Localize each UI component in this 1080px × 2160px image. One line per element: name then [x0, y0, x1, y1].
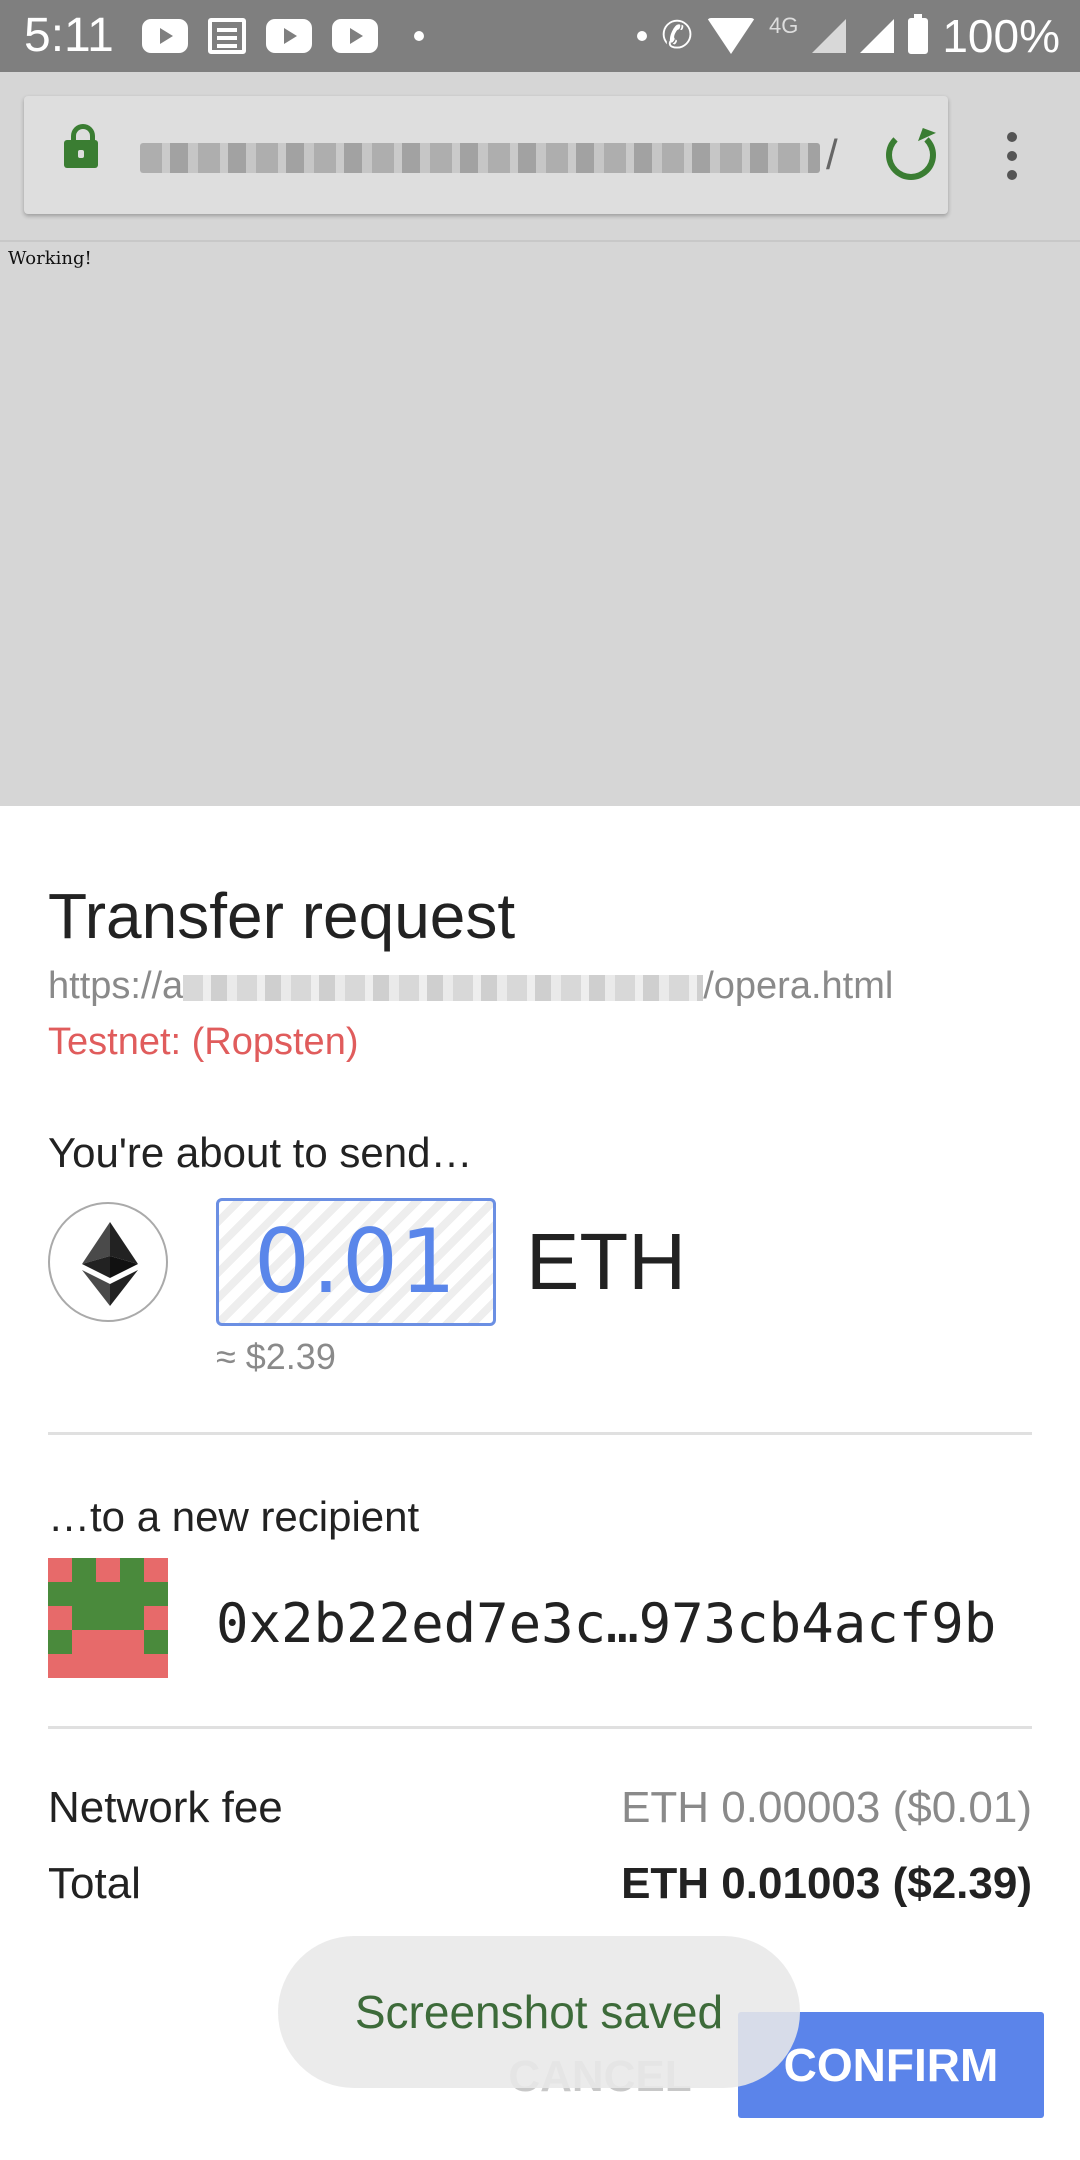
system-icons: ✆ 4G 100%: [637, 10, 1060, 62]
ethereum-icon: [48, 1202, 168, 1322]
identicon-cell: [144, 1606, 168, 1630]
url-text[interactable]: /: [140, 130, 860, 180]
identicon-cell: [72, 1582, 96, 1606]
news-icon: [208, 18, 246, 54]
fiat-estimate: ≈ $2.39: [216, 1336, 336, 1377]
identicon-cell: [120, 1630, 144, 1654]
identicon-cell: [48, 1558, 72, 1582]
identicon-cell: [96, 1654, 120, 1678]
network-label: Testnet: (Ropsten): [48, 1021, 359, 1063]
identicon-cell: [72, 1606, 96, 1630]
youtube-icon: [142, 19, 188, 53]
signal-icon: [812, 19, 847, 53]
more-vert-icon[interactable]: [1006, 132, 1018, 180]
identicon-cell: [72, 1654, 96, 1678]
send-heading: You're about to send…: [48, 1129, 473, 1176]
origin-prefix: https://a: [48, 965, 184, 1007]
status-bar: 5:11 ✆ 4G 100%: [0, 0, 1080, 72]
identicon-cell: [48, 1654, 72, 1678]
identicon-cell: [120, 1654, 144, 1678]
youtube-icon: [332, 19, 378, 53]
identicon-cell: [96, 1582, 120, 1606]
identicon-cell: [96, 1630, 120, 1654]
recipient-heading: …to a new recipient: [48, 1493, 420, 1540]
redacted-url: [140, 142, 820, 173]
identicon-cell: [144, 1582, 168, 1606]
request-origin: https://a/opera.html: [48, 964, 893, 1008]
url-bar[interactable]: /: [24, 96, 948, 214]
wifi-call-icon: ✆: [661, 15, 693, 57]
origin-suffix: /opera.html: [703, 965, 894, 1007]
page-status-text: Working!: [8, 248, 92, 269]
wifi-icon: [706, 18, 755, 54]
network-fee-value: ETH 0.00003 ($0.01): [621, 1783, 1032, 1832]
currency-label: ETH: [526, 1217, 686, 1306]
signal-icon: [860, 19, 895, 53]
battery-percent: 100%: [942, 10, 1060, 62]
identicon-cell: [72, 1558, 96, 1582]
identicon-cell: [120, 1582, 144, 1606]
browser-viewport: / Working!: [0, 72, 1080, 806]
identicon-cell: [144, 1630, 168, 1654]
identicon-cell: [144, 1558, 168, 1582]
network-type-label: 4G: [768, 13, 799, 38]
recipient-address[interactable]: 0x2b22ed7e3c…973cb4acf9b: [216, 1592, 996, 1656]
identicon-cell: [48, 1582, 72, 1606]
dot-icon: [414, 31, 424, 41]
network-fee-label: Network fee: [48, 1783, 283, 1832]
url-suffix: /: [826, 131, 838, 178]
identicon-cell: [144, 1654, 168, 1678]
youtube-icon: [266, 19, 312, 53]
identicon-cell: [48, 1606, 72, 1630]
identicon-cell: [48, 1630, 72, 1654]
status-time: 5:11: [24, 9, 114, 62]
lock-icon[interactable]: [64, 124, 98, 168]
recipient-identicon: [48, 1558, 168, 1678]
total-label: Total: [48, 1859, 141, 1908]
identicon-cell: [96, 1558, 120, 1582]
identicon-cell: [120, 1606, 144, 1630]
sheet-title: Transfer request: [48, 880, 516, 952]
battery-icon: [908, 14, 929, 54]
reload-icon[interactable]: [886, 130, 936, 180]
redacted-origin: [183, 974, 704, 1001]
divider: [48, 1726, 1032, 1729]
amount-value: 0.01: [216, 1198, 496, 1326]
identicon-cell: [120, 1558, 144, 1582]
total-value: ETH 0.01003 ($2.39): [621, 1859, 1032, 1908]
dot-icon: [637, 31, 648, 41]
identicon-cell: [72, 1630, 96, 1654]
divider: [48, 1432, 1032, 1435]
identicon-cell: [96, 1606, 120, 1630]
notification-icons: [142, 18, 424, 54]
screenshot-saved-toast: Screenshot saved: [278, 1936, 800, 2088]
browser-toolbar: /: [0, 72, 1080, 242]
